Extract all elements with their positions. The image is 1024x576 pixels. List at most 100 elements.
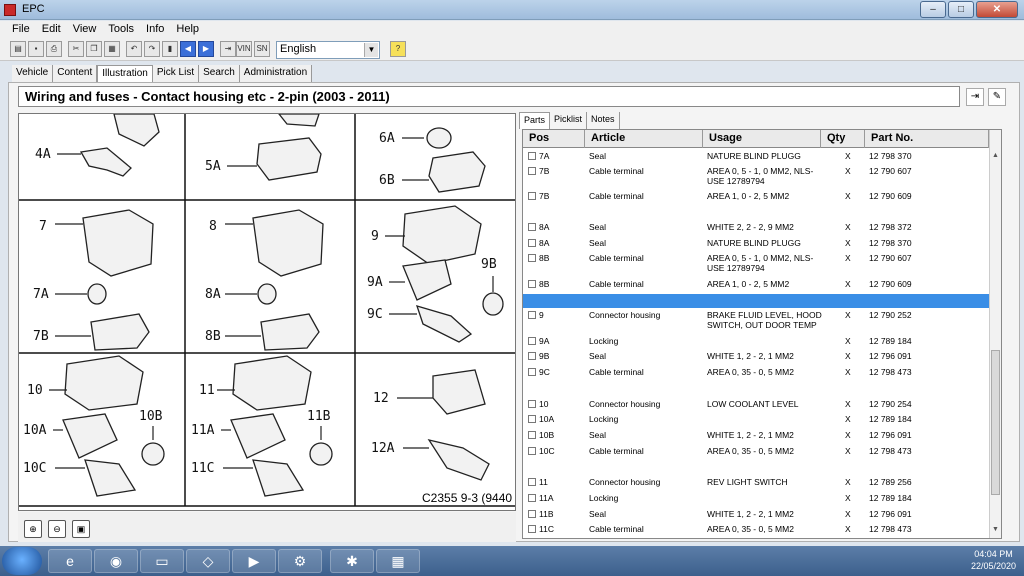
epc-app-icon[interactable]: ✱ — [330, 549, 374, 573]
selected-row[interactable] — [523, 294, 989, 308]
print-icon[interactable]: ⎙ — [46, 41, 62, 57]
explorer-icon[interactable]: ▭ — [140, 549, 184, 573]
tab-parts[interactable]: Parts — [519, 112, 551, 129]
table-row[interactable]: 11C Cable terminal AREA 0, 35 - 0, 5 MM2 X 1… — [523, 524, 989, 538]
redo-icon[interactable]: ↷ — [144, 41, 160, 57]
ie-icon[interactable]: e — [48, 549, 92, 573]
menu-edit[interactable]: Edit — [36, 21, 67, 39]
menu-tools[interactable]: Tools — [102, 21, 140, 39]
row-checkbox[interactable] — [528, 254, 536, 262]
tab-picklist[interactable]: Picklist — [550, 112, 588, 129]
table-row[interactable]: 8A Seal NATURE BLIND PLUGG X 12 798 370 — [523, 238, 989, 252]
cell-qty: X — [845, 446, 851, 456]
zoom-fit-icon[interactable]: ▣ — [72, 520, 90, 538]
close-button[interactable]: ✕ — [976, 1, 1018, 18]
row-checkbox[interactable] — [528, 152, 536, 160]
row-checkbox[interactable] — [528, 223, 536, 231]
tab-search[interactable]: Search — [199, 65, 240, 82]
tab-notes[interactable]: Notes — [587, 112, 620, 129]
scroll-thumb[interactable] — [991, 350, 1000, 495]
menu-file[interactable]: File — [6, 21, 36, 39]
table-scrollbar[interactable]: ▲ ▼ — [989, 130, 1001, 538]
row-checkbox[interactable] — [528, 337, 536, 345]
tab-content[interactable]: Content — [53, 65, 98, 82]
row-checkbox[interactable] — [528, 192, 536, 200]
table-row[interactable]: 11B Seal WHITE 1, 2 - 2, 1 MM2 X 12 796 091 — [523, 509, 989, 523]
maximize-button[interactable]: □ — [948, 1, 974, 18]
menu-info[interactable]: Info — [140, 21, 170, 39]
copy-icon[interactable]: ❐ — [86, 41, 102, 57]
paste-icon[interactable]: ▦ — [104, 41, 120, 57]
language-select[interactable]: English ▼ — [276, 41, 380, 59]
row-checkbox[interactable] — [528, 239, 536, 247]
table-row[interactable]: 8B Cable terminal AREA 1, 0 - 2, 5 MM2 X 12 … — [523, 279, 989, 293]
menu-view[interactable]: View — [67, 21, 103, 39]
scroll-down-icon[interactable]: ▼ — [992, 526, 999, 533]
tools-icon[interactable]: ⚙ — [278, 549, 322, 573]
row-checkbox[interactable] — [528, 478, 536, 486]
cut-icon[interactable]: ✂ — [68, 41, 84, 57]
row-checkbox[interactable] — [528, 415, 536, 423]
row-checkbox[interactable] — [528, 352, 536, 360]
vehicle-select-icon[interactable]: ⇥ — [220, 41, 236, 57]
table-row[interactable]: 7B Cable terminal AREA 0, 5 - 1, 0 MM2, NL… — [523, 166, 989, 186]
column-pos[interactable]: Pos — [523, 130, 585, 148]
row-checkbox[interactable] — [528, 447, 536, 455]
table-row[interactable]: 8B Cable terminal AREA 0, 5 - 1, 0 MM2, NL… — [523, 253, 989, 273]
row-checkbox[interactable] — [528, 368, 536, 376]
tab-administration[interactable]: Administration — [239, 65, 313, 82]
row-checkbox[interactable] — [528, 510, 536, 518]
cell-part-no: 12 798 372 — [869, 222, 912, 232]
table-row[interactable]: 11 Connector housing REV LIGHT SWITCH X 12 7… — [523, 477, 989, 491]
notes-icon[interactable]: ✎ — [988, 88, 1006, 106]
scroll-up-icon[interactable]: ▲ — [992, 152, 999, 159]
undo-icon[interactable]: ↶ — [126, 41, 142, 57]
table-row[interactable]: 7B Cable terminal AREA 1, 0 - 2, 5 MM2 X 12 … — [523, 191, 989, 205]
back-arrow-icon[interactable]: ◀ — [180, 41, 196, 57]
table-row[interactable]: 9C Cable terminal AREA 0, 35 - 0, 5 MM2 X 12… — [523, 367, 989, 381]
table-row[interactable]: 10A Locking X 12 789 184 — [523, 414, 989, 428]
table-row[interactable]: 9A Locking X 12 789 184 — [523, 336, 989, 350]
table-row[interactable]: 7A Seal NATURE BLIND PLUGG X 12 798 370 — [523, 151, 989, 165]
media-player-icon[interactable]: ▶ — [232, 549, 276, 573]
menu-help[interactable]: Help — [170, 21, 205, 39]
minimize-button[interactable]: – — [920, 1, 946, 18]
chrome-icon[interactable]: ◉ — [94, 549, 138, 573]
table-row[interactable]: 9 Connector housing BRAKE FLUID LEVEL, HOO… — [523, 310, 989, 330]
start-button[interactable] — [2, 547, 42, 575]
table-row[interactable]: 10 Connector housing LOW COOLANT LEVEL X 12 … — [523, 399, 989, 413]
column-usage[interactable]: Usage — [703, 130, 821, 148]
column-article[interactable]: Article — [585, 130, 703, 148]
table-row[interactable]: 10C Cable terminal AREA 0, 35 - 0, 5 MM2 X 1… — [523, 446, 989, 460]
add-to-picklist-icon[interactable]: ⇥ — [966, 88, 984, 106]
column-part-no[interactable]: Part No. — [865, 130, 989, 148]
open-folder-icon[interactable]: ▤ — [10, 41, 26, 57]
table-row[interactable]: 8A Seal WHITE 2, 2 - 2, 9 MM2 X 12 798 372 — [523, 222, 989, 236]
illustration-panel[interactable]: 4A 5A 6A 6B 7 7A 7B 8 8A 8B 9 9A 9B 9C 1… — [18, 113, 516, 511]
row-checkbox[interactable] — [528, 280, 536, 288]
calculator-icon[interactable]: ▦ — [376, 549, 420, 573]
system-clock[interactable]: 04:04 PM 22/05/2020 — [971, 548, 1016, 572]
row-checkbox[interactable] — [528, 525, 536, 533]
row-checkbox[interactable] — [528, 400, 536, 408]
table-row[interactable]: 9B Seal WHITE 1, 2 - 2, 1 MM2 X 12 796 091 — [523, 351, 989, 365]
help-icon[interactable]: ? — [390, 41, 406, 57]
tab-vehicle[interactable]: Vehicle — [12, 65, 54, 82]
vin-button[interactable]: VIN — [236, 41, 252, 57]
row-checkbox[interactable] — [528, 494, 536, 502]
save-icon[interactable]: ▪ — [28, 41, 44, 57]
tab-illustration[interactable]: Illustration — [97, 65, 153, 82]
sn-button[interactable]: SN — [254, 41, 270, 57]
table-row[interactable]: 10B Seal WHITE 1, 2 - 2, 1 MM2 X 12 796 091 — [523, 430, 989, 444]
zoom-out-icon[interactable]: ⊖ — [48, 520, 66, 538]
zoom-in-icon[interactable]: ⊕ — [24, 520, 42, 538]
forward-arrow-icon[interactable]: ▶ — [198, 41, 214, 57]
mark-icon[interactable]: ▮ — [162, 41, 178, 57]
row-checkbox[interactable] — [528, 167, 536, 175]
app-window-icon[interactable]: ◇ — [186, 549, 230, 573]
column-qty[interactable]: Qty — [821, 130, 865, 148]
table-row[interactable]: 11A Locking X 12 789 184 — [523, 493, 989, 507]
row-checkbox[interactable] — [528, 311, 536, 319]
tab-pick-list[interactable]: Pick List — [152, 65, 200, 82]
row-checkbox[interactable] — [528, 431, 536, 439]
